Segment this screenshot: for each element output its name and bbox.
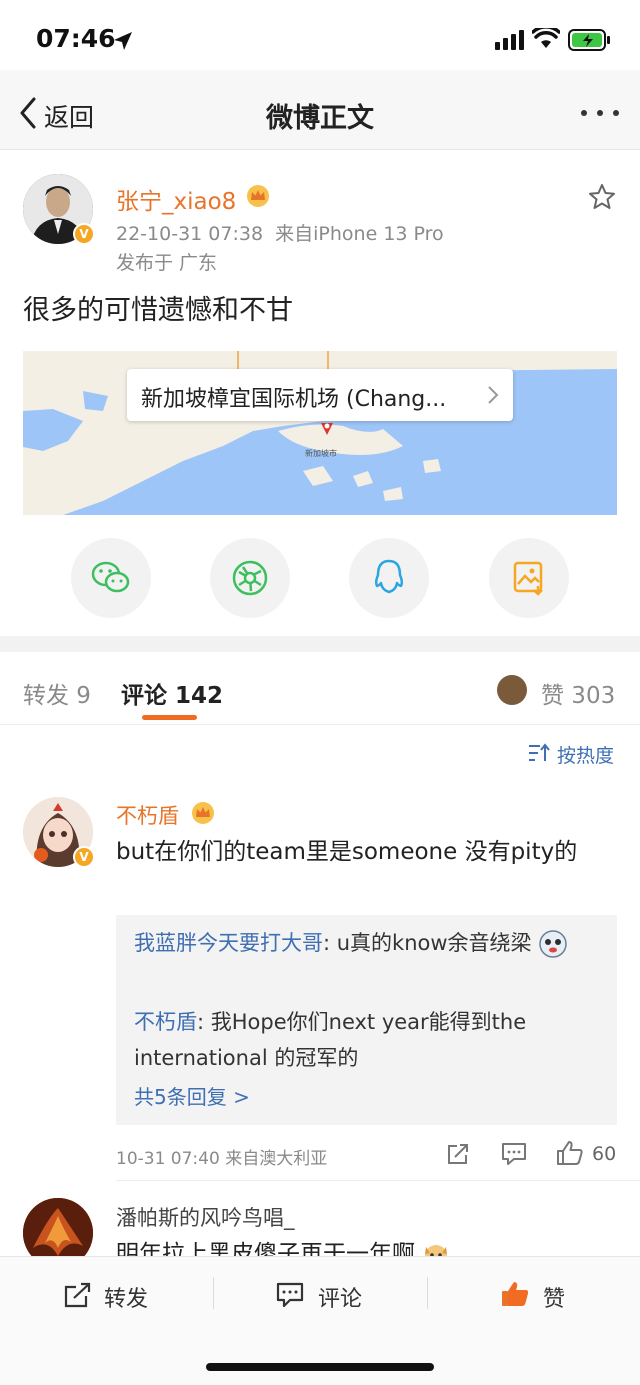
location-map[interactable]: 新加坡市 新加坡樟宜国际机场 (Chang... xyxy=(23,351,617,515)
crown-badge-icon xyxy=(247,185,269,207)
post-source: 来自iPhone 13 Pro xyxy=(275,223,444,245)
reply-comment-icon[interactable] xyxy=(501,1142,527,1166)
post-location: 发布于 广东 xyxy=(116,252,218,274)
comment-divider xyxy=(116,1180,640,1181)
chevron-right-icon xyxy=(488,386,499,404)
author-name[interactable]: 张宁_xiao8 xyxy=(116,182,236,216)
share-qq-button[interactable] xyxy=(349,538,429,618)
reply-author[interactable]: 我蓝胖今天要打大哥 xyxy=(134,931,323,955)
page-title: 微博正文 xyxy=(266,103,374,134)
save-image-button[interactable] xyxy=(489,538,569,618)
verified-badge-icon: V xyxy=(73,223,95,245)
post-meta: 22-10-31 07:38 来自iPhone 13 Pro xyxy=(116,219,444,246)
like-button[interactable]: 赞 xyxy=(543,1281,565,1313)
location-arrow-icon xyxy=(114,32,132,50)
view-more-replies-link[interactable]: 共5条回复 > xyxy=(134,1081,250,1110)
reply-item: 我蓝胖今天要打大哥: u真的know余音绕梁 xyxy=(134,925,604,961)
like-icon[interactable] xyxy=(500,1280,530,1308)
crown-badge-icon xyxy=(192,802,214,824)
active-tab-indicator xyxy=(142,715,197,720)
comment-button[interactable]: 评论 xyxy=(318,1281,362,1313)
map-location-chip[interactable]: 新加坡樟宜国际机场 (Chang... xyxy=(127,369,513,421)
sort-icon[interactable] xyxy=(528,743,550,763)
wechat-icon xyxy=(91,561,130,593)
tab-repost[interactable]: 转发 9 xyxy=(23,676,91,710)
wifi-icon xyxy=(532,28,560,48)
liker-avatar xyxy=(497,675,527,705)
status-time: 07:46 xyxy=(36,24,116,53)
comment-icon[interactable] xyxy=(276,1282,304,1308)
save-image-icon xyxy=(513,561,543,596)
emoji-icon xyxy=(539,930,567,958)
post-time: 22-10-31 07:38 xyxy=(116,223,264,245)
verified-badge-icon: V xyxy=(73,846,95,868)
tab-comments[interactable]: 评论 142 xyxy=(121,676,223,710)
home-indicator xyxy=(206,1363,434,1371)
comment-meta: 10-31 07:40 来自澳大利亚 xyxy=(116,1149,328,1169)
share-moments-button[interactable] xyxy=(210,538,290,618)
repost-icon[interactable] xyxy=(64,1282,92,1308)
comment-like-count: 60 xyxy=(592,1143,617,1165)
tabs-divider xyxy=(0,724,640,725)
repost-button[interactable]: 转发 xyxy=(104,1281,148,1313)
more-icon[interactable] xyxy=(580,108,620,118)
reply-author[interactable]: 不朽盾 xyxy=(134,1010,197,1034)
reply-text: : u真的know余音绕梁 xyxy=(323,931,532,955)
sort-by-hot-button[interactable]: 按热度 xyxy=(557,741,614,768)
post-text: 很多的可惜遗憾和不甘 xyxy=(23,295,293,326)
share-wechat-button[interactable] xyxy=(71,538,151,618)
moments-icon xyxy=(232,560,268,596)
favorite-star-icon[interactable] xyxy=(588,183,616,211)
signal-icon xyxy=(495,30,524,50)
qq-icon xyxy=(374,559,404,594)
bottom-divider xyxy=(427,1277,428,1309)
like-icon[interactable] xyxy=(556,1140,584,1166)
battery-icon xyxy=(568,29,610,51)
bottom-action-bar: 转发 评论 赞 xyxy=(0,1256,640,1385)
map-location-name: 新加坡樟宜国际机场 (Chang... xyxy=(141,387,447,412)
comment-author-name[interactable]: 潘帕斯的风吟鸟唱_ xyxy=(116,1202,295,1232)
comment-text: but在你们的team里是someone 没有pity的 xyxy=(116,839,578,865)
reply-thread[interactable]: 我蓝胖今天要打大哥: u真的know余音绕梁 不朽盾: 我Hope你们next … xyxy=(116,915,617,1125)
tab-likes[interactable]: 赞 303 xyxy=(541,676,615,710)
nav-bar: 返回 微博正文 xyxy=(0,70,640,150)
share-comment-icon[interactable] xyxy=(446,1142,470,1166)
bottom-divider xyxy=(213,1277,214,1309)
section-divider xyxy=(0,636,640,652)
comment-author-name[interactable]: 不朽盾 xyxy=(116,800,179,830)
reply-item: 不朽盾: 我Hope你们next year能得到the internationa… xyxy=(134,1004,604,1076)
map-city-label: 新加坡市 xyxy=(305,449,337,458)
